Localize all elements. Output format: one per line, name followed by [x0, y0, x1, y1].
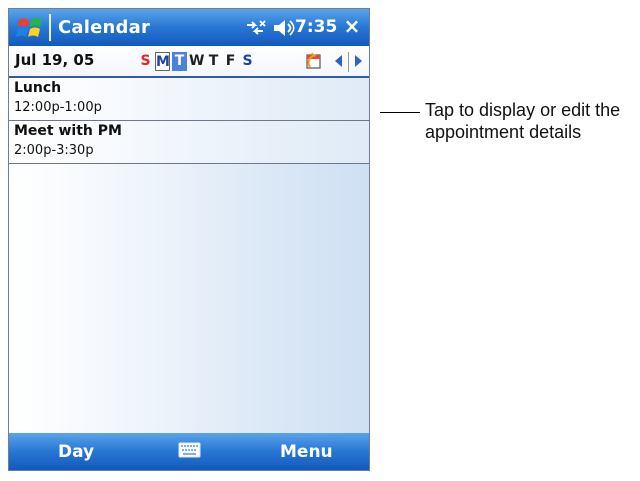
callout-text: Tap to display or edit the appointment d…: [425, 100, 621, 142]
goto-today-icon[interactable]: [303, 51, 325, 73]
connectivity-icon[interactable]: [243, 17, 267, 39]
day-sunday[interactable]: S: [138, 52, 153, 71]
current-date[interactable]: Jul 19, 05: [15, 51, 94, 69]
close-icon[interactable]: ×: [343, 16, 361, 36]
day-tuesday-selected[interactable]: T: [172, 51, 187, 71]
appointment-list: Lunch 12:00p-1:00p Meet with PM 2:00p-3:…: [9, 78, 369, 435]
day-friday[interactable]: F: [223, 52, 238, 71]
app-title: Calendar: [58, 17, 151, 38]
pocket-pc-screen: Calendar 7:35 × Jul 19, 05 S M T W T F S: [8, 8, 370, 471]
appointment-time: 2:00p-3:30p: [14, 143, 94, 158]
appointment-title: Meet with PM: [14, 123, 122, 139]
date-navigation-bar: Jul 19, 05 S M T W T F S: [9, 46, 369, 78]
appointment-time: 12:00p-1:00p: [14, 100, 102, 115]
day-saturday[interactable]: S: [240, 52, 255, 71]
clock-time[interactable]: 7:35: [295, 17, 337, 37]
day-softkey[interactable]: Day: [58, 442, 94, 462]
left-arrow-icon[interactable]: [335, 55, 342, 67]
appointment-meeting[interactable]: Meet with PM 2:00p-3:30p: [9, 121, 369, 164]
day-wednesday[interactable]: W: [189, 52, 204, 71]
right-arrow-icon[interactable]: [355, 55, 362, 67]
navigation-divider: [348, 52, 349, 72]
menu-softkey[interactable]: Menu: [280, 442, 333, 462]
keyboard-icon[interactable]: [178, 442, 201, 458]
volume-icon[interactable]: [271, 17, 295, 39]
weekday-selector: S M T W T F S: [138, 49, 257, 73]
title-bar: Calendar 7:35 ×: [9, 9, 369, 46]
softkey-bar: Day Menu: [9, 433, 369, 470]
windows-start-icon[interactable]: [16, 15, 44, 41]
day-monday-today[interactable]: M: [155, 51, 170, 71]
day-thursday[interactable]: T: [206, 52, 221, 71]
callout-line: [380, 112, 420, 113]
title-divider: [49, 14, 51, 41]
appointment-title: Lunch: [14, 80, 62, 96]
appointment-lunch[interactable]: Lunch 12:00p-1:00p: [9, 78, 369, 121]
